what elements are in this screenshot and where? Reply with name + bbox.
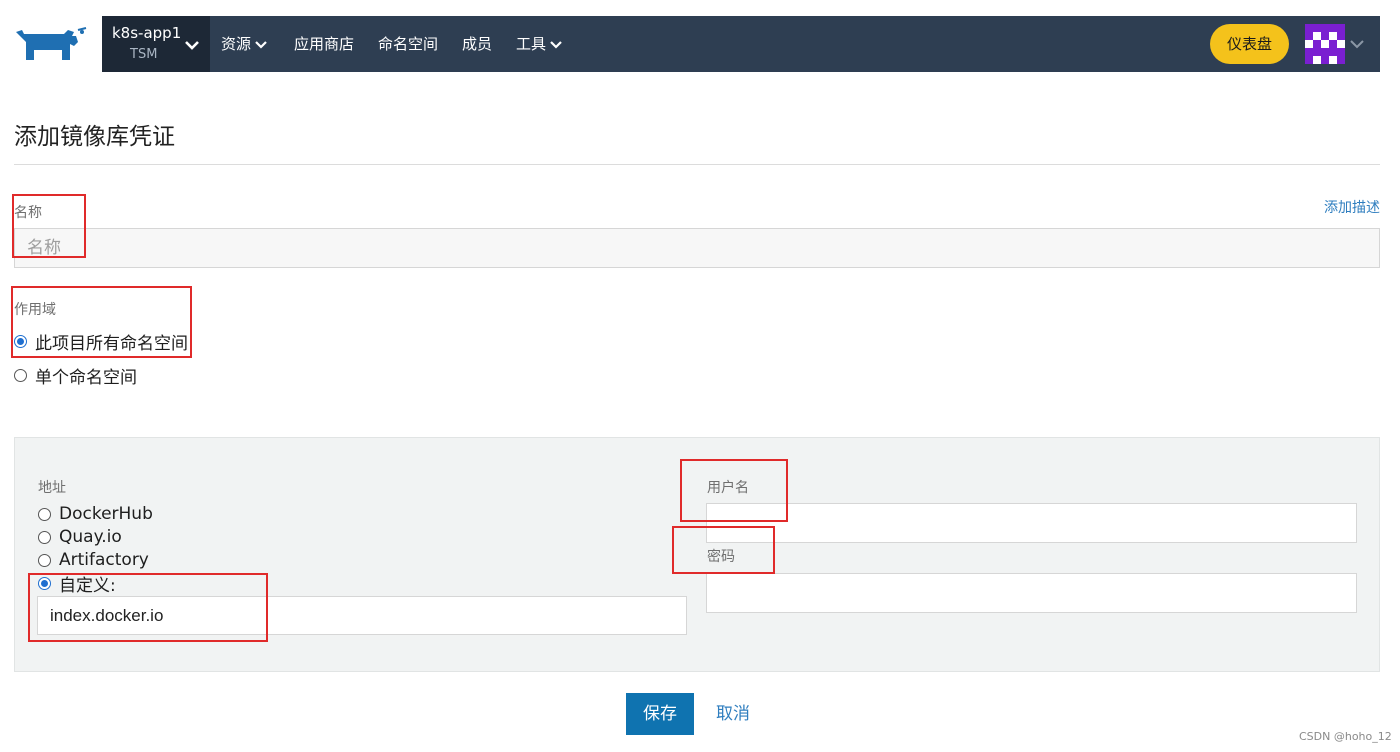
name-label: 名称 (14, 205, 42, 221)
nav-resources[interactable]: 资源 (221, 16, 267, 72)
save-button[interactable]: 保存 (626, 693, 694, 735)
chevron-down-icon (185, 41, 199, 50)
username-input[interactable] (706, 503, 1357, 543)
nav-namespaces-label: 命名空间 (378, 35, 439, 53)
custom-address-input[interactable] (37, 596, 687, 635)
nav-tools-label: 工具 (516, 35, 547, 53)
page-title: 添加镜像库凭证 (14, 124, 175, 150)
nav-members[interactable]: 成员 (462, 16, 492, 72)
nav-namespaces[interactable]: 命名空间 (378, 16, 438, 72)
cancel-button[interactable]: 取消 (716, 693, 750, 735)
watermark: CSDN @hoho_12 (1299, 730, 1392, 743)
scope-label: 作用域 (14, 302, 56, 318)
rancher-logo-icon[interactable] (12, 26, 92, 66)
password-label: 密码 (707, 549, 735, 565)
dashboard-button[interactable]: 仪表盘 (1210, 24, 1289, 64)
radio-button[interactable] (38, 530, 51, 544)
chevron-down-icon[interactable] (1350, 38, 1364, 50)
scope-option-label: 此项目所有命名空间 (35, 333, 188, 354)
address-label: 地址 (38, 480, 66, 496)
address-option-label: 自定义: (59, 575, 116, 596)
top-navbar: k8s-app1 TSM 资源 应用商店 命名空间 成员 工具 仪表盘 (102, 16, 1380, 72)
chevron-down-icon (255, 40, 267, 49)
address-option-label: Quay.io (59, 527, 122, 547)
radio-button-checked[interactable] (14, 334, 27, 348)
radio-button[interactable] (38, 507, 51, 521)
password-input[interactable] (706, 573, 1357, 613)
nav-members-label: 成员 (462, 35, 493, 53)
nav-tools[interactable]: 工具 (516, 16, 562, 72)
add-description-link[interactable]: 添加描述 (1324, 197, 1380, 217)
scope-option-label: 单个命名空间 (35, 367, 137, 388)
nav-resources-label: 资源 (221, 35, 252, 53)
cluster-project-switcher[interactable]: k8s-app1 TSM (102, 16, 210, 72)
cluster-name: k8s-app1 (112, 24, 182, 42)
radio-button-checked[interactable] (38, 576, 51, 590)
address-option-custom[interactable]: 自定义: (38, 572, 116, 596)
registry-settings-panel (14, 437, 1380, 672)
address-option-artifactory[interactable]: Artifactory (38, 549, 149, 571)
chevron-down-icon (550, 40, 562, 49)
radio-button[interactable] (14, 368, 27, 382)
radio-button[interactable] (38, 553, 51, 567)
user-avatar-icon[interactable] (1305, 24, 1345, 64)
nav-app-store-label: 应用商店 (294, 35, 355, 53)
address-option-quay[interactable]: Quay.io (38, 526, 122, 548)
address-option-dockerhub[interactable]: DockerHub (38, 503, 153, 525)
scope-option-single-namespace[interactable]: 单个命名空间 (14, 364, 137, 388)
name-input[interactable] (14, 228, 1380, 268)
address-option-label: Artifactory (59, 550, 149, 570)
project-name: TSM (130, 47, 158, 62)
username-label: 用户名 (707, 480, 749, 496)
address-option-label: DockerHub (59, 504, 153, 524)
title-divider (14, 164, 1380, 165)
nav-app-store[interactable]: 应用商店 (294, 16, 354, 72)
scope-option-all-namespaces[interactable]: 此项目所有命名空间 (14, 330, 188, 354)
